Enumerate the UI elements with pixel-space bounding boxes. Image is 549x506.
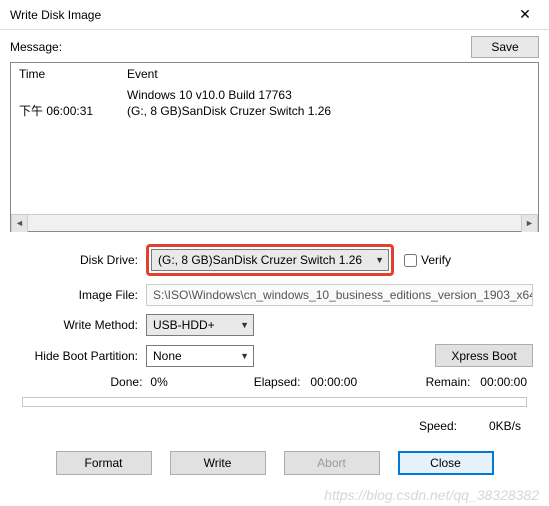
- scroll-left-icon[interactable]: ◄: [11, 215, 28, 232]
- abort-button: Abort: [284, 451, 380, 475]
- image-file-value: S:\ISO\Windows\cn_windows_10_business_ed…: [153, 288, 533, 302]
- disk-drive-value: (G:, 8 GB)SanDisk Cruzer Switch 1.26: [158, 253, 362, 267]
- xpress-boot-button[interactable]: Xpress Boot: [435, 344, 533, 367]
- elapsed-value: 00:00:00: [310, 375, 405, 389]
- horizontal-scrollbar[interactable]: ◄ ►: [11, 214, 538, 231]
- done-value: 0%: [150, 375, 225, 389]
- hide-boot-dropdown[interactable]: None ▼: [146, 345, 254, 367]
- message-log: Time 下午 06:00:31 Event Windows 10 v10.0 …: [10, 62, 539, 232]
- done-label: Done:: [22, 375, 150, 389]
- write-method-value: USB-HDD+: [153, 318, 215, 332]
- write-method-label: Write Method:: [16, 318, 146, 332]
- disk-drive-highlight: (G:, 8 GB)SanDisk Cruzer Switch 1.26 ▼: [146, 244, 394, 276]
- log-header-time: Time: [19, 67, 121, 81]
- elapsed-label: Elapsed:: [225, 375, 310, 389]
- hide-boot-value: None: [153, 349, 182, 363]
- close-icon[interactable]: ✕: [503, 1, 547, 29]
- log-event-line: Windows 10 v10.0 Build 17763: [127, 87, 538, 103]
- chevron-down-icon: ▼: [240, 320, 249, 330]
- remain-label: Remain:: [405, 375, 480, 389]
- log-time: 下午 06:00:31: [19, 103, 121, 119]
- log-event-line: (G:, 8 GB)SanDisk Cruzer Switch 1.26: [127, 103, 538, 119]
- speed-value: 0KB/s: [489, 419, 521, 433]
- verify-label: Verify: [421, 253, 451, 267]
- close-button[interactable]: Close: [398, 451, 494, 475]
- verify-checkbox[interactable]: Verify: [404, 253, 451, 267]
- message-label: Message:: [10, 40, 62, 54]
- format-button[interactable]: Format: [56, 451, 152, 475]
- chevron-down-icon: ▼: [240, 351, 249, 361]
- image-file-label: Image File:: [16, 288, 146, 302]
- chevron-down-icon: ▼: [375, 255, 384, 265]
- image-file-field[interactable]: S:\ISO\Windows\cn_windows_10_business_ed…: [146, 284, 533, 306]
- remain-value: 00:00:00: [480, 375, 527, 389]
- write-button[interactable]: Write: [170, 451, 266, 475]
- write-method-dropdown[interactable]: USB-HDD+ ▼: [146, 314, 254, 336]
- save-button[interactable]: Save: [471, 36, 539, 58]
- disk-drive-dropdown[interactable]: (G:, 8 GB)SanDisk Cruzer Switch 1.26 ▼: [151, 249, 389, 271]
- verify-checkbox-input[interactable]: [404, 254, 417, 267]
- progress-bar: [22, 397, 527, 407]
- window-title: Write Disk Image: [10, 8, 101, 22]
- speed-label: Speed:: [419, 419, 457, 433]
- hide-boot-label: Hide Boot Partition:: [16, 349, 146, 363]
- disk-drive-label: Disk Drive:: [16, 253, 146, 267]
- scroll-right-icon[interactable]: ►: [521, 215, 538, 232]
- log-header-event: Event: [127, 67, 538, 81]
- titlebar: Write Disk Image ✕: [0, 0, 549, 30]
